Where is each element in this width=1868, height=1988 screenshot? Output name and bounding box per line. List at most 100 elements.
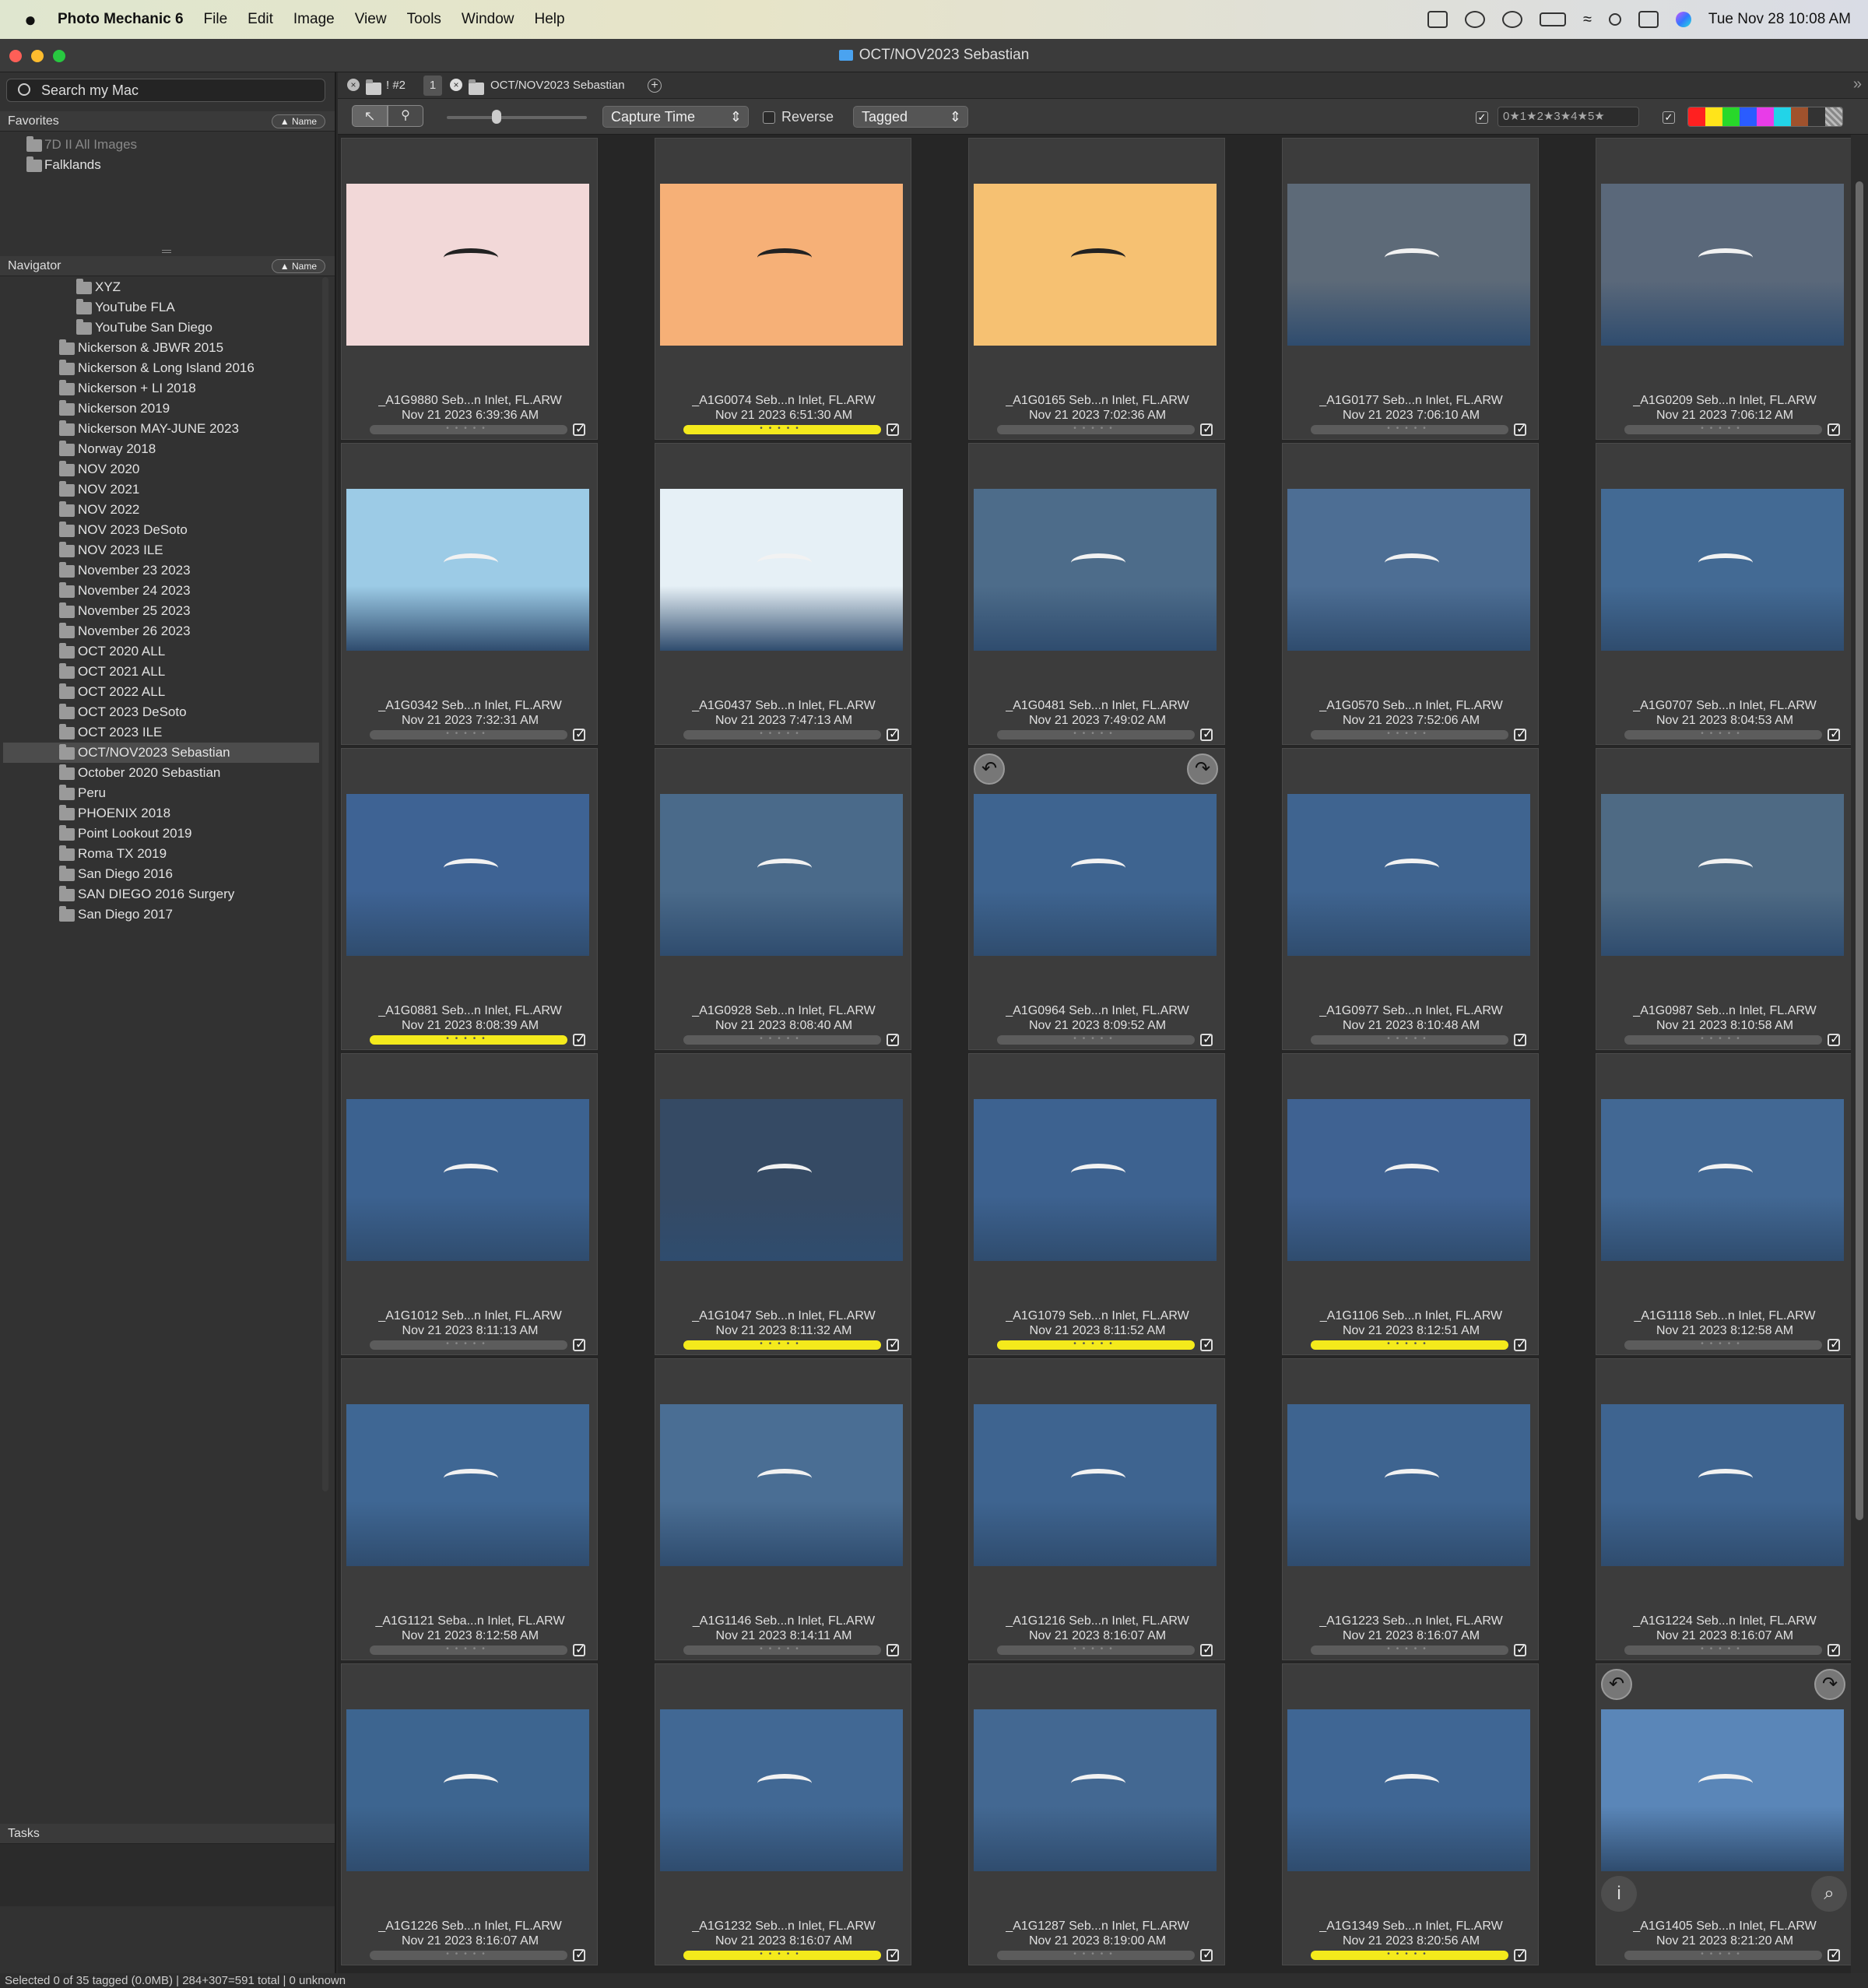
navigator-item[interactable]: Nickerson MAY-JUNE 2023 bbox=[78, 419, 239, 439]
navigator-item[interactable]: Nickerson & JBWR 2015 bbox=[78, 338, 223, 358]
rating-color-bar[interactable]: ••••• bbox=[1624, 425, 1822, 434]
grid-scrollbar[interactable] bbox=[1851, 135, 1868, 1973]
scrollbar-thumb[interactable] bbox=[1856, 181, 1863, 1520]
navigator-item[interactable]: NOV 2023 ILE bbox=[78, 540, 163, 560]
search-input[interactable]: Search my Mac bbox=[6, 79, 325, 102]
battery-icon[interactable] bbox=[1539, 12, 1566, 26]
thumbnail-cell[interactable]: _A1G0074 Seb...n Inlet, FL.ARW Nov 21 202… bbox=[655, 138, 911, 440]
tag-checkbox[interactable] bbox=[887, 1947, 899, 1962]
tab-oct-nov2023-sebastian[interactable]: OCT/NOV2023 Sebastian bbox=[490, 76, 625, 96]
menu-view[interactable]: View bbox=[355, 11, 387, 28]
preview-magnifier-icon[interactable]: ⌕ bbox=[1811, 1876, 1847, 1912]
thumbnail-cell[interactable]: _A1G1405 Seb...n Inlet, FL.ARW Nov 21 202… bbox=[1596, 1663, 1851, 1965]
thumbnail-cell[interactable]: _A1G0437 Seb...n Inlet, FL.ARW Nov 21 202… bbox=[655, 443, 911, 745]
thumbnail-image[interactable] bbox=[346, 1404, 589, 1566]
rating-color-bar[interactable]: ••••• bbox=[1311, 1340, 1508, 1350]
navigator-item[interactable]: Nickerson & Long Island 2016 bbox=[78, 358, 255, 378]
loupe-tool-button[interactable]: ⚲ bbox=[388, 105, 423, 127]
favorite-falklands[interactable]: Falklands bbox=[44, 155, 101, 175]
navigator-item[interactable]: San Diego 2016 bbox=[78, 864, 173, 884]
tag-checkbox[interactable] bbox=[887, 726, 899, 742]
color-filter-checkbox[interactable]: ✓ bbox=[1663, 111, 1675, 124]
tag-checkbox[interactable] bbox=[1200, 421, 1213, 437]
navigator-item[interactable]: NOV 2020 bbox=[78, 459, 139, 479]
color-none-swatch[interactable] bbox=[1825, 107, 1842, 126]
thumbnail-image[interactable] bbox=[1287, 184, 1530, 346]
thumbnail-image[interactable] bbox=[660, 489, 903, 651]
thumbnail-image[interactable] bbox=[974, 184, 1217, 346]
navigator-item[interactable]: Norway 2018 bbox=[78, 439, 156, 459]
rating-color-bar[interactable]: ••••• bbox=[1311, 730, 1508, 739]
close-tab-icon[interactable]: × bbox=[347, 79, 360, 91]
tag-checkbox[interactable] bbox=[1828, 1336, 1840, 1352]
navigator-item[interactable]: San Diego 2017 bbox=[78, 904, 173, 925]
color-blue-swatch[interactable] bbox=[1740, 107, 1757, 126]
search-icon[interactable] bbox=[1608, 13, 1621, 26]
thumbnail-cell[interactable]: _A1G0928 Seb...n Inlet, FL.ARW Nov 21 202… bbox=[655, 748, 911, 1050]
tag-checkbox[interactable] bbox=[887, 1031, 899, 1047]
thumbnail-image[interactable] bbox=[974, 1099, 1217, 1261]
zoom-window-icon[interactable] bbox=[53, 50, 65, 62]
thumbnail-image[interactable] bbox=[660, 1099, 903, 1261]
tag-checkbox[interactable] bbox=[1200, 1947, 1213, 1962]
navigator-item[interactable]: NOV 2023 DeSoto bbox=[78, 520, 188, 540]
navigator-item[interactable]: YouTube FLA bbox=[95, 297, 175, 318]
tag-checkbox[interactable] bbox=[1514, 1642, 1526, 1657]
thumbnail-image[interactable] bbox=[1601, 184, 1844, 346]
thumbnail-cell[interactable]: _A1G0977 Seb...n Inlet, FL.ARW Nov 21 202… bbox=[1282, 748, 1539, 1050]
menu-tools[interactable]: Tools bbox=[407, 11, 441, 28]
thumbnail-cell[interactable]: _A1G1047 Seb...n Inlet, FL.ARW Nov 21 202… bbox=[655, 1053, 911, 1355]
color-cyan-swatch[interactable] bbox=[1774, 107, 1791, 126]
tag-checkbox[interactable] bbox=[1514, 1336, 1526, 1352]
rating-color-bar[interactable]: ••••• bbox=[683, 1951, 881, 1960]
thumbnail-image[interactable] bbox=[346, 1099, 589, 1261]
rating-color-bar[interactable]: ••••• bbox=[1311, 1951, 1508, 1960]
tag-checkbox[interactable] bbox=[1828, 421, 1840, 437]
rating-color-bar[interactable]: ••••• bbox=[997, 425, 1195, 434]
status-item-icon[interactable] bbox=[1427, 11, 1448, 28]
rating-filter-checkbox[interactable]: ✓ bbox=[1476, 111, 1488, 124]
navigator-item[interactable]: OCT 2023 ILE bbox=[78, 722, 162, 743]
tag-checkbox[interactable] bbox=[573, 1642, 585, 1657]
tag-checkbox[interactable] bbox=[1828, 1947, 1840, 1962]
splitter-handle[interactable] bbox=[162, 250, 171, 253]
color-green-swatch[interactable] bbox=[1722, 107, 1740, 126]
tag-checkbox[interactable] bbox=[573, 726, 585, 742]
tag-checkbox[interactable] bbox=[573, 1947, 585, 1962]
thumbnail-image[interactable] bbox=[1601, 1404, 1844, 1566]
navigator-item[interactable]: Roma TX 2019 bbox=[78, 844, 167, 864]
rating-color-bar[interactable]: ••••• bbox=[1624, 1951, 1822, 1960]
thumbnail-cell[interactable]: _A1G0707 Seb...n Inlet, FL.ARW Nov 21 202… bbox=[1596, 443, 1851, 745]
thumbnail-image[interactable] bbox=[1601, 489, 1844, 651]
rating-color-bar[interactable]: ••••• bbox=[683, 425, 881, 434]
thumbnail-cell[interactable]: _A1G1121 Seba...n Inlet, FL.ARW Nov 21 20… bbox=[341, 1358, 598, 1660]
navigator-item[interactable]: XYZ bbox=[95, 277, 121, 297]
rating-filter[interactable]: 0★1★2★3★4★5★ bbox=[1498, 107, 1639, 127]
thumbnail-cell[interactable]: _A1G1079 Seb...n Inlet, FL.ARW Nov 21 202… bbox=[968, 1053, 1225, 1355]
control-center-icon[interactable] bbox=[1638, 11, 1659, 28]
rating-color-bar[interactable]: ••••• bbox=[997, 1340, 1195, 1350]
navigator-item[interactable]: NOV 2022 bbox=[78, 500, 139, 520]
thumbnail-image[interactable] bbox=[346, 489, 589, 651]
thumbnail-cell[interactable]: _A1G0165 Seb...n Inlet, FL.ARW Nov 21 202… bbox=[968, 138, 1225, 440]
navigator-item[interactable]: Peru bbox=[78, 783, 106, 803]
thumbnail-cell[interactable]: _A1G1223 Seb...n Inlet, FL.ARW Nov 21 202… bbox=[1282, 1358, 1539, 1660]
thumbnail-cell[interactable]: _A1G0964 Seb...n Inlet, FL.ARW Nov 21 202… bbox=[968, 748, 1225, 1050]
creative-cloud-icon[interactable] bbox=[1464, 11, 1485, 28]
thumbnail-cell[interactable]: _A1G0570 Seb...n Inlet, FL.ARW Nov 21 202… bbox=[1282, 443, 1539, 745]
thumbnail-cell[interactable]: _A1G0342 Seb...n Inlet, FL.ARW Nov 21 202… bbox=[341, 443, 598, 745]
navigator-item[interactable]: Nickerson + LI 2018 bbox=[78, 378, 196, 399]
tag-checkbox[interactable] bbox=[573, 421, 585, 437]
tab-contact-sheet-2[interactable]: ! #2 bbox=[386, 76, 406, 96]
rating-color-bar[interactable]: ••••• bbox=[370, 1340, 567, 1350]
navigator-item[interactable]: OCT/NOV2023 Sebastian bbox=[78, 743, 230, 763]
thumbnail-size-slider[interactable] bbox=[447, 110, 587, 124]
thumbnail-image[interactable] bbox=[346, 184, 589, 346]
thumbnail-image[interactable] bbox=[1601, 1709, 1844, 1871]
color-class-filter[interactable] bbox=[1687, 107, 1843, 127]
navigator-item[interactable]: November 26 2023 bbox=[78, 621, 191, 641]
navigator-item[interactable]: November 24 2023 bbox=[78, 581, 191, 601]
color-purple-swatch[interactable] bbox=[1757, 107, 1774, 126]
rating-color-bar[interactable]: ••••• bbox=[683, 1035, 881, 1045]
thumbnail-cell[interactable]: _A1G1224 Seb...n Inlet, FL.ARW Nov 21 202… bbox=[1596, 1358, 1851, 1660]
